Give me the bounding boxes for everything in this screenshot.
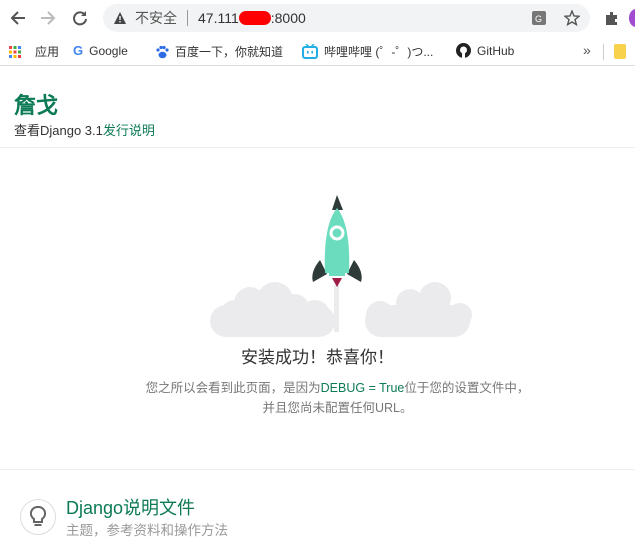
url-start: 47.111 xyxy=(198,10,239,26)
star-icon[interactable] xyxy=(564,10,580,26)
docs-subtitle: 主题，参考资料和操作方法 xyxy=(66,523,228,538)
success-description: 您之所以会看到此页面，是因为DEBUG = True位于您的设置文件中，并且您尚… xyxy=(140,378,535,418)
redaction-mark xyxy=(238,11,271,25)
bookmark-label: Google xyxy=(89,43,128,58)
exhaust-trail xyxy=(334,285,339,332)
arrow-left-icon xyxy=(10,11,25,25)
bookmark-label: GitHub xyxy=(477,43,515,58)
bookmark-label: 应用 xyxy=(35,45,60,59)
subtitle-text: 查看Django 3.1 xyxy=(14,123,103,138)
success-heading: 安装成功！恭喜你！ xyxy=(241,348,394,367)
desc-text: 您之所以会看到此页面，是因为 xyxy=(145,381,321,395)
bookmark-google[interactable]: G Google xyxy=(73,43,128,58)
rocket-flame xyxy=(332,278,342,287)
bookmark-github[interactable]: GitHub xyxy=(456,43,514,58)
clouds xyxy=(210,282,472,337)
reload-button[interactable] xyxy=(70,8,90,28)
forward-button[interactable] xyxy=(38,8,58,28)
translate-icon[interactable]: G xyxy=(531,10,547,26)
baidu-paw-icon xyxy=(156,45,169,58)
warning-icon xyxy=(114,12,126,24)
arrow-right-icon xyxy=(41,11,56,25)
docs-link[interactable]: Django说明文件 xyxy=(66,494,195,520)
bookmark-baidu[interactable]: 百度一下，你就知道 xyxy=(155,43,283,60)
page-subtitle: 查看Django 3.1发行说明 xyxy=(14,120,155,139)
bookmark-apps[interactable]: 应用 xyxy=(9,43,59,60)
folder-icon[interactable] xyxy=(614,44,626,59)
bookmark-label: 百度一下，你就知道 xyxy=(175,45,284,59)
rocket-illustration xyxy=(210,195,472,337)
rocket-nose xyxy=(332,195,343,210)
browser-toolbar: 不安全 47.111 :8000 G xyxy=(0,0,635,36)
bookmark-bilibili[interactable]: 哔哩哔哩 (゜-゜)つ... xyxy=(302,43,433,60)
svg-text:G: G xyxy=(535,14,542,24)
page-title: 詹戈 xyxy=(14,93,59,118)
release-notes-link[interactable]: 发行说明 xyxy=(103,123,155,138)
apps-grid-icon xyxy=(9,45,21,58)
address-bar[interactable]: 不安全 47.111 :8000 G xyxy=(103,4,590,32)
lightbulb-icon xyxy=(20,499,56,535)
divider xyxy=(603,44,604,60)
extensions-icon[interactable] xyxy=(604,10,620,26)
rocket-base xyxy=(329,272,345,276)
profile-avatar[interactable] xyxy=(629,9,635,27)
docs-section: Django说明文件 主题，参考资料和操作方法 xyxy=(0,469,635,538)
page-header: 詹戈 查看Django 3.1发行说明 xyxy=(0,70,635,148)
security-label: 不安全 xyxy=(135,10,177,26)
url-end: :8000 xyxy=(270,10,306,26)
back-button[interactable] xyxy=(8,8,28,28)
bookmarks-bar: 应用 G Google 百度一下，你就知道 哔哩哔哩 (゜-゜)つ... Git… xyxy=(0,36,635,66)
github-icon xyxy=(456,43,471,58)
bookmarks-overflow-button[interactable]: » xyxy=(583,42,591,58)
debug-setting: DEBUG = True xyxy=(320,381,405,395)
reload-icon xyxy=(73,11,87,26)
bookmark-label: 哔哩哔哩 (゜-゜)つ... xyxy=(324,45,434,59)
bilibili-tv-icon xyxy=(302,44,318,59)
google-icon: G xyxy=(73,43,84,58)
